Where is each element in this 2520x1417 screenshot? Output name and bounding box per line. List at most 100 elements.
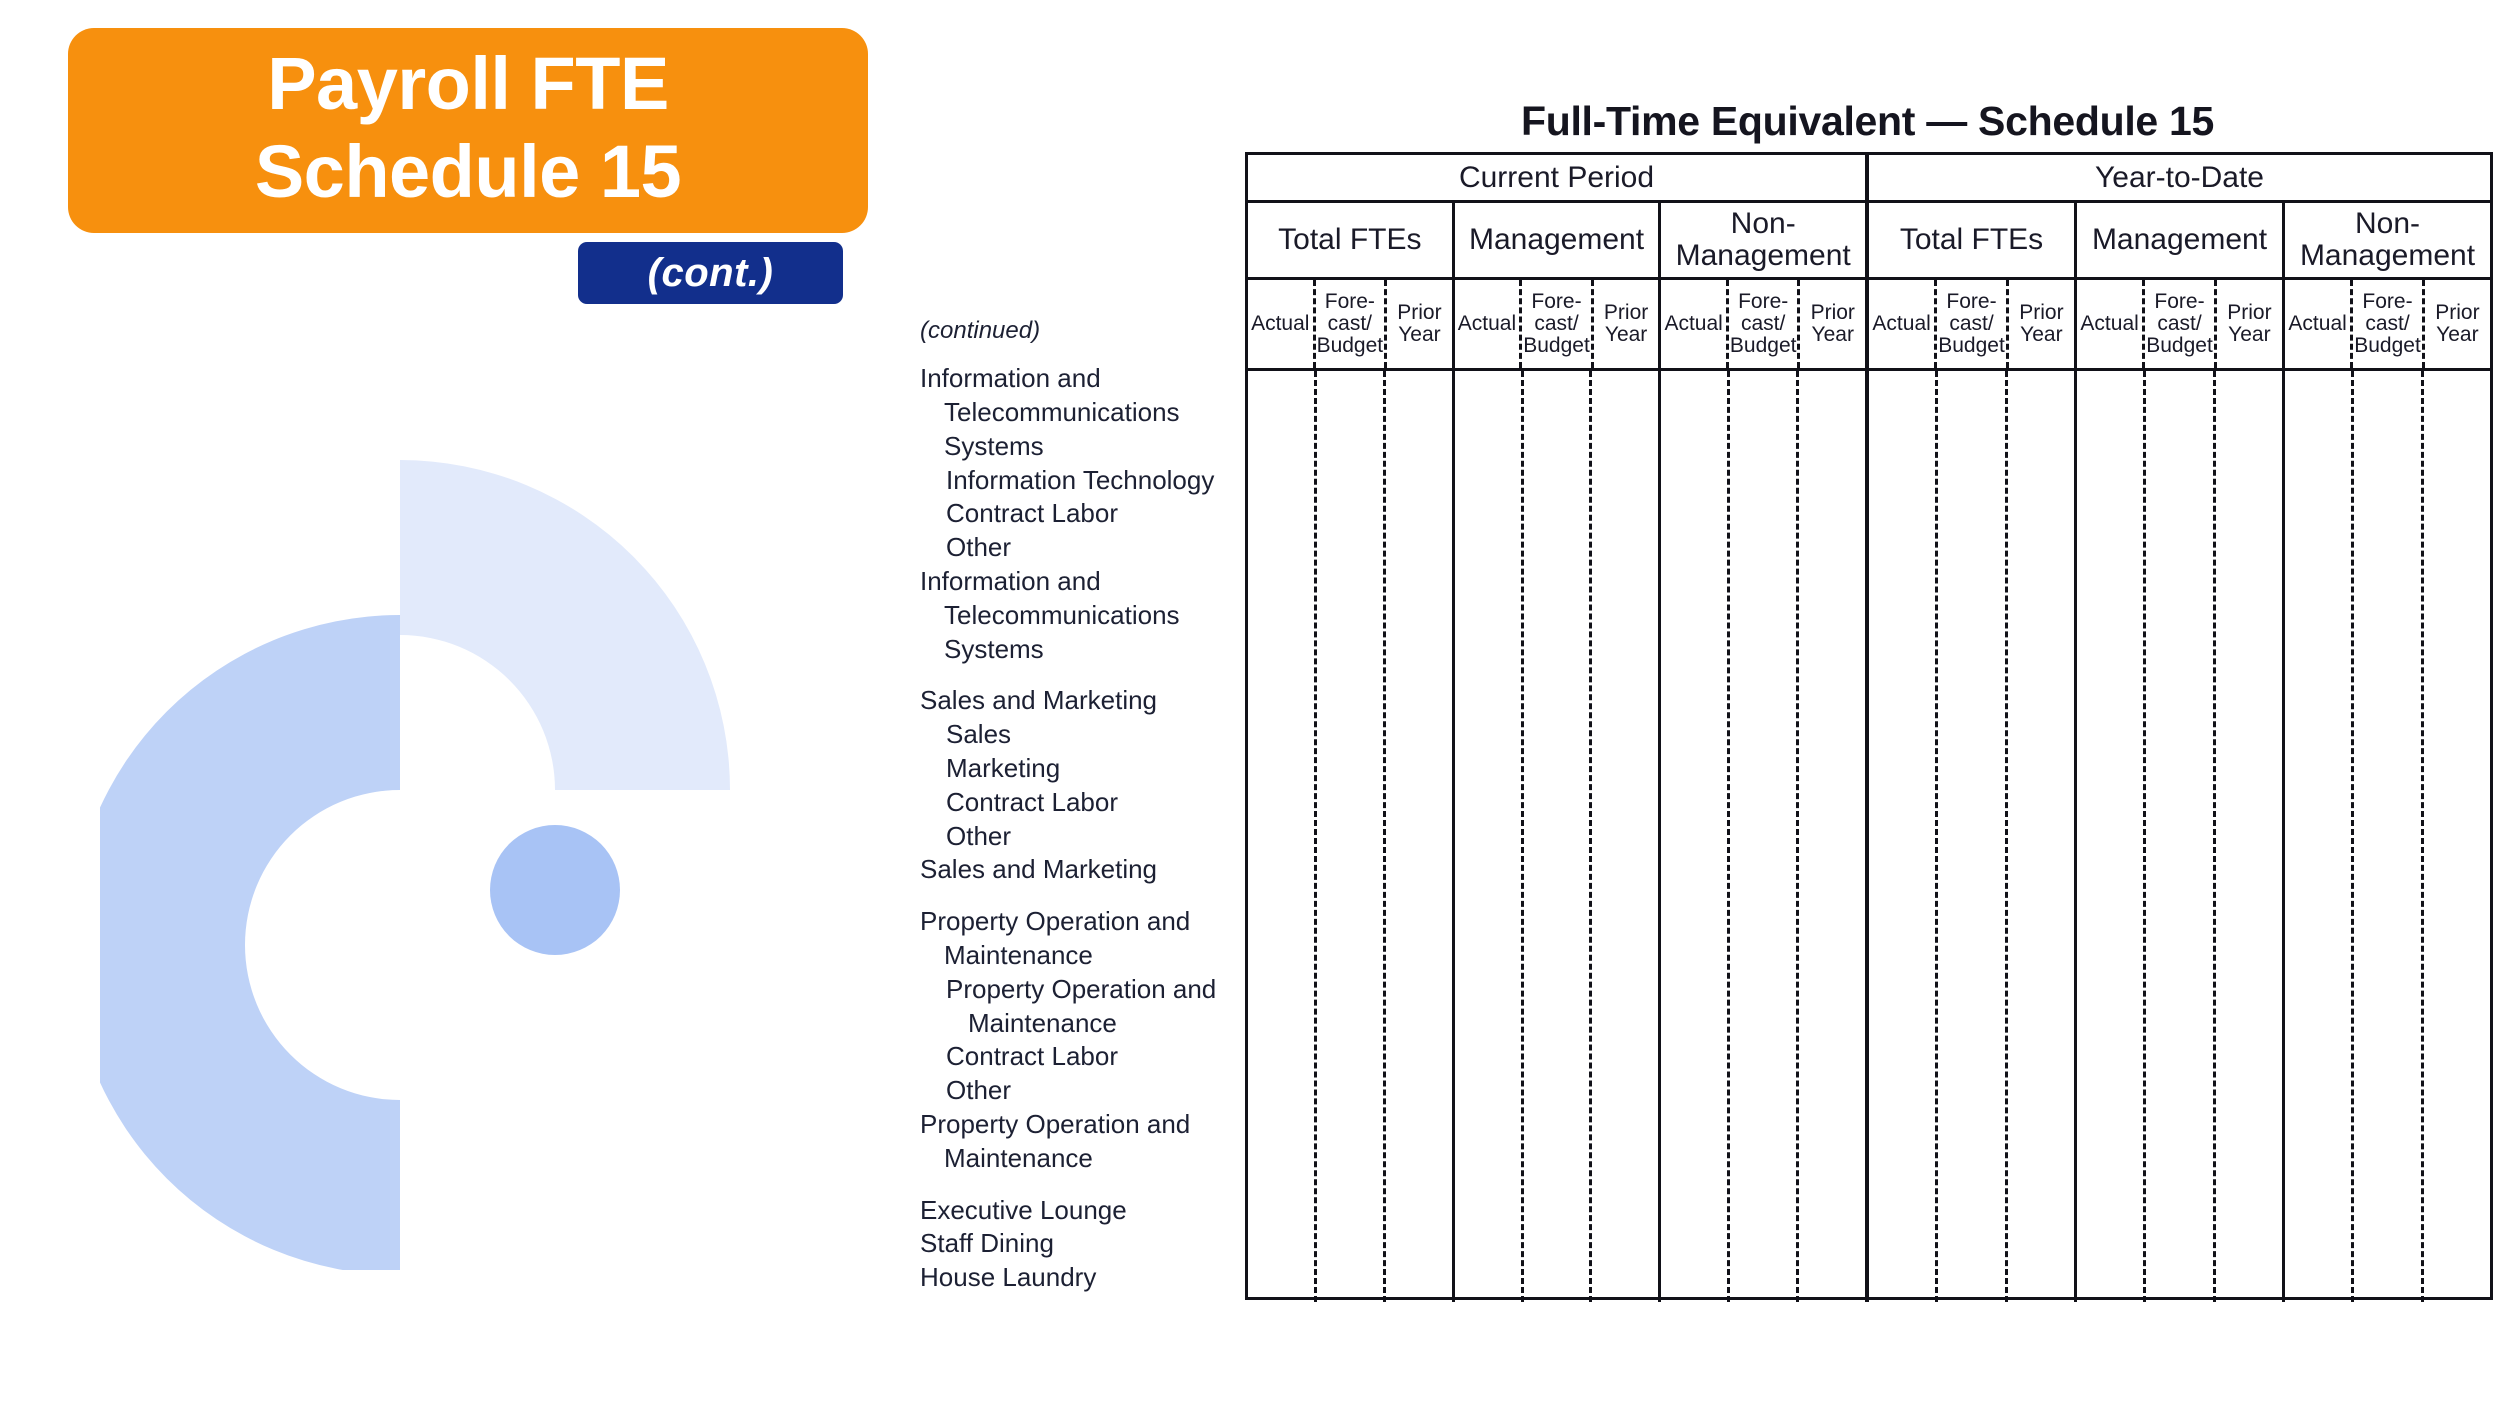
column-header-forecast-budget: Fore-cast/ Budget xyxy=(1316,280,1388,368)
data-cell[interactable] xyxy=(1799,371,1865,1302)
body-group-total-ftes xyxy=(1869,371,2077,1302)
continuation-badge: (cont.) xyxy=(578,242,843,304)
data-cell[interactable] xyxy=(2008,371,2074,1302)
row-label: Sales and Marketing xyxy=(920,854,1158,885)
period-label: Current Period xyxy=(1248,155,1865,203)
column-header-actual: Actual xyxy=(1869,280,1938,368)
row-label: Property Operation and Maintenance xyxy=(946,973,1217,1038)
body-group-management xyxy=(1455,371,1662,1302)
row-label: Property Operation and Maintenance xyxy=(920,906,1191,970)
data-cell[interactable] xyxy=(1386,371,1452,1302)
body-current-period xyxy=(1248,371,1869,1302)
column-header-forecast-budget: Fore-cast/ Budget xyxy=(1522,280,1594,368)
continued-note: (continued) xyxy=(920,317,1041,344)
column-group-non-management: Actual Fore-cast/ Budget Prior Year xyxy=(1661,280,1865,368)
body-group-non-management xyxy=(1661,371,1865,1302)
data-cell[interactable] xyxy=(1455,371,1524,1302)
body-group-non-management xyxy=(2285,371,2490,1302)
row-label: Contract Labor xyxy=(946,786,1118,817)
data-cell[interactable] xyxy=(2216,371,2282,1302)
continuation-badge-label: (cont.) xyxy=(647,250,774,295)
column-header-prior-year: Prior Year xyxy=(1397,300,1442,346)
period-current-period-columns: Actual Fore-cast/ Budget Prior Year Actu… xyxy=(1248,280,1869,368)
column-header-actual: Actual xyxy=(1455,280,1523,368)
column-header-prior-year: Prior Year xyxy=(1810,300,1855,346)
group-label-non-management: Non-Management xyxy=(1675,207,1851,272)
fte-schedule-table: Current Period Year-to-Date Total FTEs M… xyxy=(1245,152,2493,1302)
period-current-period: Current Period xyxy=(1248,155,1869,203)
slide-title-line-1: Payroll FTE xyxy=(267,42,669,126)
data-cell[interactable] xyxy=(1869,371,1939,1302)
row-label: Executive Lounge xyxy=(920,1194,1127,1225)
row-label: Property Operation and Maintenance xyxy=(920,1108,1191,1173)
column-header-prior-year: Prior Year xyxy=(2435,300,2480,346)
row-label: Information Technology xyxy=(946,464,1215,495)
schedule-title: Full-Time Equivalent — Schedule 15 xyxy=(1520,98,2215,144)
data-cell[interactable] xyxy=(2146,371,2216,1302)
data-cell[interactable] xyxy=(1317,371,1386,1302)
column-header-prior-year: Prior Year xyxy=(1603,300,1649,346)
data-cell[interactable] xyxy=(1661,371,1731,1302)
decorative-logo-mark xyxy=(100,460,780,1270)
row-label: Information and Telecommunications Syste… xyxy=(920,565,1180,664)
row-block-spacer xyxy=(920,666,1250,684)
period-year-to-date: Year-to-Date xyxy=(1869,155,2490,203)
row-label: Other xyxy=(946,820,1012,851)
column-header-prior-year: Prior Year xyxy=(2227,300,2272,346)
data-cell[interactable] xyxy=(1248,371,1317,1302)
row-label-column: (continued) Information and Telecommunic… xyxy=(920,315,1250,1295)
column-header-forecast-budget: Fore-cast/ Budget xyxy=(2353,280,2425,368)
group-header-row: Total FTEs Management Non-Management Tot… xyxy=(1248,203,2490,280)
row-label: Contract Labor xyxy=(946,498,1118,529)
row-block: Information and Telecommunications Syste… xyxy=(920,362,1250,666)
row-label: Other xyxy=(946,532,1012,563)
logo-main-ring xyxy=(100,615,400,1270)
column-header-actual: Actual xyxy=(2285,280,2354,368)
column-header-forecast-budget: Fore-cast/ Budget xyxy=(1937,280,2009,368)
body-group-total-ftes xyxy=(1248,371,1455,1302)
column-header-forecast-budget: Fore-cast/ Budget xyxy=(2145,280,2217,368)
data-cell[interactable] xyxy=(2354,371,2424,1302)
data-cell[interactable] xyxy=(1730,371,1800,1302)
body-group-management xyxy=(2077,371,2285,1302)
table-body xyxy=(1248,371,2490,1302)
data-cell[interactable] xyxy=(2424,371,2490,1302)
slide-title-line-2: Schedule 15 xyxy=(254,129,682,213)
group-label-management: Management xyxy=(2077,203,2285,277)
column-group-management: Actual Fore-cast/ Budget Prior Year xyxy=(1455,280,1662,368)
row-block-spacer xyxy=(920,887,1250,905)
row-label: Staff Dining xyxy=(920,1228,1054,1259)
column-group-management: Actual Fore-cast/ Budget Prior Year xyxy=(2077,280,2285,368)
group-label-total-ftes: Total FTEs xyxy=(1248,203,1455,277)
data-cell[interactable] xyxy=(1524,371,1593,1302)
row-label: Contract Labor xyxy=(946,1041,1118,1072)
body-year-to-date xyxy=(1869,371,2490,1302)
row-label: Sales and Marketing xyxy=(920,685,1158,716)
data-cell[interactable] xyxy=(1592,371,1658,1302)
column-header-actual: Actual xyxy=(1248,280,1316,368)
row-label: House Laundry xyxy=(920,1262,1097,1293)
logo-dot xyxy=(490,825,620,955)
row-block: Property Operation and Maintenance Prope… xyxy=(920,905,1250,1175)
data-cell[interactable] xyxy=(2077,371,2147,1302)
column-group-total-ftes: Actual Fore-cast/ Budget Prior Year xyxy=(1248,280,1455,368)
period-year-to-date-groups: Total FTEs Management Non-Management xyxy=(1869,203,2490,277)
group-label-management: Management xyxy=(1455,203,1662,277)
column-header-forecast-budget: Fore-cast/ Budget xyxy=(1729,280,1801,368)
column-group-non-management: Actual Fore-cast/ Budget Prior Year xyxy=(2285,280,2490,368)
row-label: Marketing xyxy=(946,752,1061,783)
column-header-actual: Actual xyxy=(2077,280,2146,368)
group-label-non-management: Non-Management xyxy=(2299,207,2476,272)
slide-title-banner: Payroll FTE Schedule 15 xyxy=(68,28,868,233)
row-label: Sales xyxy=(946,719,1012,750)
row-block: Executive Lounge Staff Dining House Laun… xyxy=(920,1194,1250,1295)
data-cell[interactable] xyxy=(2285,371,2355,1302)
period-header-row: Current Period Year-to-Date xyxy=(1248,155,2490,203)
data-cell[interactable] xyxy=(1938,371,2008,1302)
row-label: Other xyxy=(946,1075,1012,1106)
logo-outer-arc xyxy=(400,460,730,790)
row-block: Sales and Marketing Sales Marketing Cont… xyxy=(920,684,1250,887)
period-label: Year-to-Date xyxy=(1869,155,2490,203)
column-group-total-ftes: Actual Fore-cast/ Budget Prior Year xyxy=(1869,280,2077,368)
column-header-row: Actual Fore-cast/ Budget Prior Year Actu… xyxy=(1248,280,2490,371)
